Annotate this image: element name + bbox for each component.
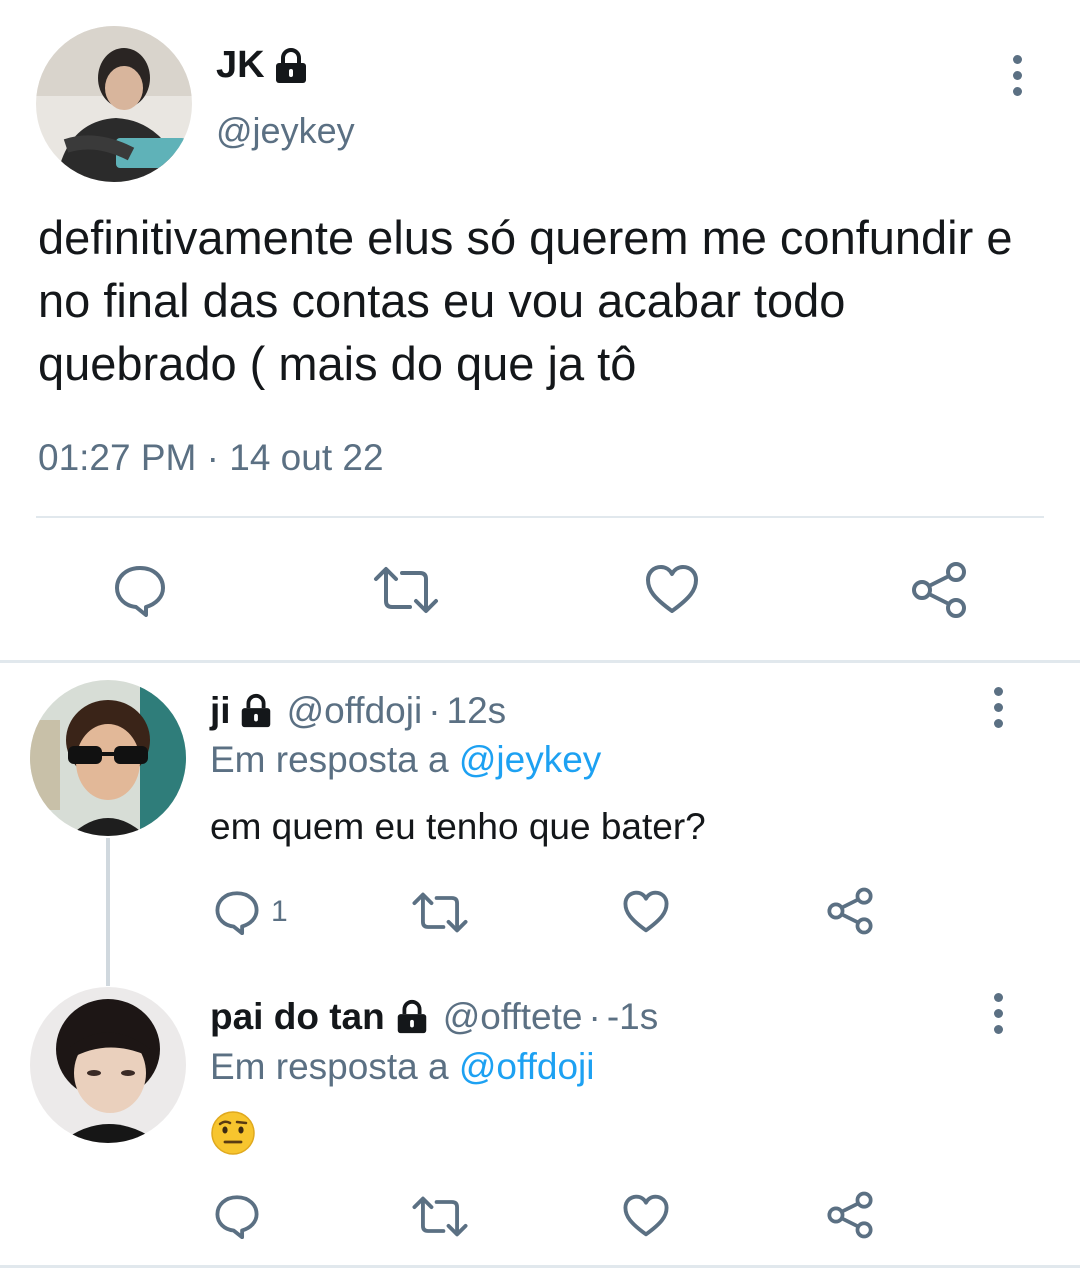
reply-avatar[interactable] (30, 680, 186, 836)
avatar-image (36, 26, 192, 182)
more-options-icon[interactable] (997, 45, 1037, 105)
tweet-timestamp[interactable]: 01:27 PM · 14 out 22 (38, 437, 384, 479)
reply-count: 1 (271, 895, 288, 928)
reply-to-label: Em resposta a (210, 1046, 449, 1087)
main-author-handle[interactable]: @jeykey (216, 110, 355, 152)
share-button[interactable] (910, 561, 968, 619)
raised-eyebrow-emoji (211, 1111, 255, 1155)
lock-icon (397, 999, 426, 1034)
reply-author-name[interactable]: pai do tan (210, 996, 385, 1038)
reply-to-link[interactable]: @offdoji (459, 1046, 595, 1087)
like-icon (623, 890, 669, 933)
avatar-image (30, 987, 186, 1143)
lock-icon (275, 47, 306, 83)
more-options-icon[interactable] (978, 983, 1018, 1043)
reply-button[interactable] (112, 563, 168, 617)
reply-author-handle[interactable]: @offdoji (287, 690, 423, 732)
separator-dot: · (428, 690, 441, 731)
retweet-button[interactable] (372, 565, 440, 615)
retweet-icon (412, 892, 468, 933)
like-button[interactable] (644, 563, 700, 615)
reply-text: em quem eu tenho que bater? (210, 806, 706, 847)
bottom-divider (0, 1265, 1080, 1268)
reply-button[interactable]: 1 (213, 889, 288, 935)
reply-time[interactable]: 12s (447, 690, 507, 732)
reply-icon (115, 566, 165, 617)
share-icon (827, 887, 873, 935)
share-button[interactable] (826, 1191, 874, 1239)
reply-author-handle[interactable]: @offtete (443, 996, 583, 1038)
lock-icon (241, 693, 270, 728)
like-icon (646, 565, 698, 613)
thread-connector (106, 838, 110, 986)
reply-to-label: Em resposta a (210, 739, 449, 780)
section-divider (0, 660, 1080, 663)
reply-text (210, 1110, 256, 1166)
tweet-text: definitivamente elus só querem me confun… (38, 211, 1013, 390)
reply-icon (215, 891, 259, 935)
reply-context: Em resposta a @jeykey (210, 739, 601, 781)
more-options-icon[interactable] (978, 677, 1018, 737)
reply-context: Em resposta a @offdoji (210, 1046, 594, 1088)
reply-time[interactable]: -1s (607, 996, 658, 1038)
reply-header: pai do tan @offtete · -1s (210, 996, 658, 1038)
like-button[interactable] (622, 889, 670, 934)
avatar-image (30, 680, 186, 836)
like-button[interactable] (622, 1193, 670, 1238)
reply-icon (215, 1195, 259, 1239)
separator-dot: · (588, 996, 601, 1037)
reply-avatar[interactable] (30, 987, 186, 1143)
retweet-icon (412, 1196, 468, 1237)
author-name: JK (216, 44, 265, 86)
main-avatar[interactable] (36, 26, 192, 182)
like-icon (623, 1194, 669, 1237)
main-author-name[interactable]: JK (216, 44, 311, 87)
retweet-button[interactable] (411, 891, 469, 934)
reply-to-link[interactable]: @jeykey (459, 739, 601, 780)
share-icon (827, 1191, 873, 1239)
reply-header: ji @offdoji · 12s (210, 690, 506, 732)
share-icon (912, 562, 966, 618)
retweet-icon (374, 567, 438, 613)
share-button[interactable] (826, 887, 874, 935)
reply-button[interactable] (213, 1193, 261, 1239)
reply-author-name[interactable]: ji (210, 690, 231, 732)
retweet-button[interactable] (411, 1195, 469, 1238)
divider (36, 516, 1044, 518)
